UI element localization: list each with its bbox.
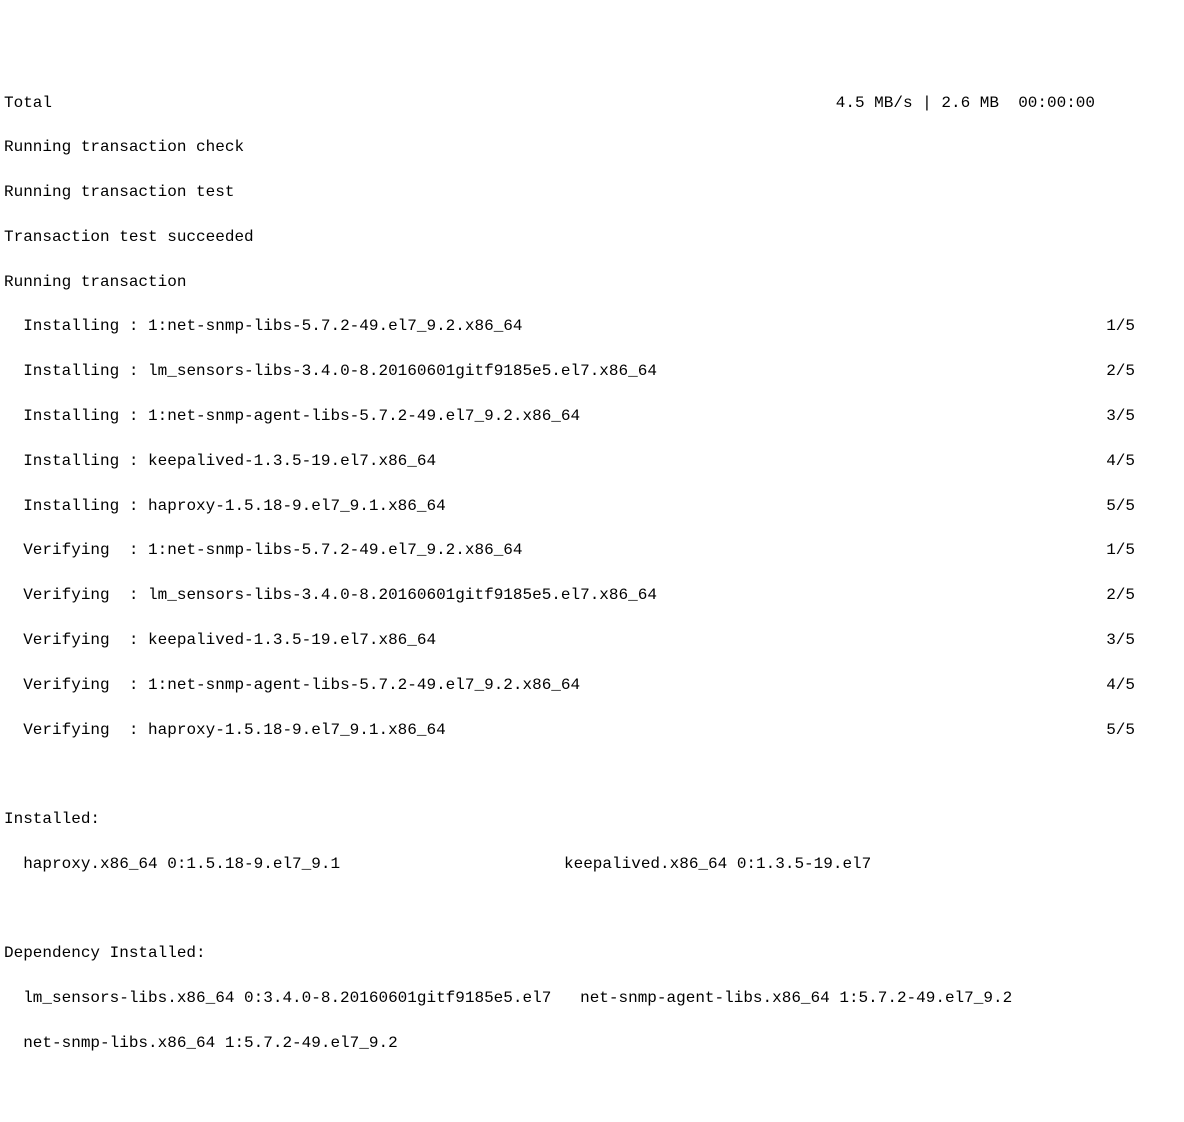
pkg-name: 1:net-snmp-libs-5.7.2-49.el7_9.2.x86_64 (148, 541, 522, 559)
pkg-count: 4/5 (1106, 674, 1180, 696)
progress-line: Running transaction test (4, 181, 1180, 203)
pkg-count: 1/5 (1106, 315, 1180, 337)
dep-pkg-line: lm_sensors-libs.x86_64 0:3.4.0-8.2016060… (4, 987, 1180, 1009)
install-row: Installing : lm_sensors-libs-3.4.0-8.201… (4, 360, 1180, 382)
pkg-name: keepalived-1.3.5-19.el7.x86_64 (148, 452, 436, 470)
pkg-name: 1:net-snmp-agent-libs-5.7.2-49.el7_9.2.x… (148, 676, 580, 694)
installed-header: Installed: (4, 808, 1180, 830)
progress-line: Transaction test succeeded (4, 226, 1180, 248)
pkg-name: haproxy-1.5.18-9.el7_9.1.x86_64 (148, 497, 446, 515)
installed-list: haproxy.x86_64 0:1.5.18-9.el7_9.1 keepal… (4, 853, 1180, 875)
install-row: Installing : 1:net-snmp-libs-5.7.2-49.el… (4, 315, 1180, 337)
install-row: Installing : haproxy-1.5.18-9.el7_9.1.x8… (4, 495, 1180, 517)
pkg-name: 1:net-snmp-agent-libs-5.7.2-49.el7_9.2.x… (148, 407, 580, 425)
pkg-name: keepalived-1.3.5-19.el7.x86_64 (148, 631, 436, 649)
dep-pkg-line: net-snmp-libs.x86_64 1:5.7.2-49.el7_9.2 (4, 1032, 1180, 1054)
pkg-name: haproxy-1.5.18-9.el7_9.1.x86_64 (148, 721, 446, 739)
pkg-count: 2/5 (1106, 360, 1180, 382)
installed-pkg: haproxy.x86_64 0:1.5.18-9.el7_9.1 (4, 853, 564, 875)
blank-line (4, 763, 1180, 785)
total-stats: 4.5 MB/s | 2.6 MB 00:00:00 (836, 92, 1180, 114)
pkg-count: 3/5 (1106, 629, 1180, 651)
pkg-count: 4/5 (1106, 450, 1180, 472)
blank-line (4, 1077, 1180, 1099)
pkg-count: 3/5 (1106, 405, 1180, 427)
total-row: Total 4.5 MB/s | 2.6 MB 00:00:00 (4, 92, 1180, 114)
verify-row: Verifying : keepalived-1.3.5-19.el7.x86_… (4, 629, 1180, 651)
verify-row: Verifying : 1:net-snmp-agent-libs-5.7.2-… (4, 674, 1180, 696)
install-row: Installing : keepalived-1.3.5-19.el7.x86… (4, 450, 1180, 472)
installed-pkg: keepalived.x86_64 0:1.3.5-19.el7 (564, 853, 871, 875)
pkg-count: 2/5 (1106, 584, 1180, 606)
pkg-name: lm_sensors-libs-3.4.0-8.20160601gitf9185… (148, 362, 657, 380)
pkg-count: 5/5 (1106, 495, 1180, 517)
verify-row: Verifying : haproxy-1.5.18-9.el7_9.1.x86… (4, 719, 1180, 741)
pkg-name: 1:net-snmp-libs-5.7.2-49.el7_9.2.x86_64 (148, 317, 522, 335)
verify-row: Verifying : 1:net-snmp-libs-5.7.2-49.el7… (4, 539, 1180, 561)
verify-row: Verifying : lm_sensors-libs-3.4.0-8.2016… (4, 584, 1180, 606)
total-label: Total (4, 92, 52, 114)
pkg-count: 1/5 (1106, 539, 1180, 561)
install-row: Installing : 1:net-snmp-agent-libs-5.7.2… (4, 405, 1180, 427)
progress-line: Running transaction (4, 271, 1180, 293)
pkg-count: 5/5 (1106, 719, 1180, 741)
blank-line (4, 898, 1180, 920)
progress-line: Running transaction check (4, 136, 1180, 158)
pkg-name: lm_sensors-libs-3.4.0-8.20160601gitf9185… (148, 586, 657, 604)
dep-installed-header: Dependency Installed: (4, 942, 1180, 964)
